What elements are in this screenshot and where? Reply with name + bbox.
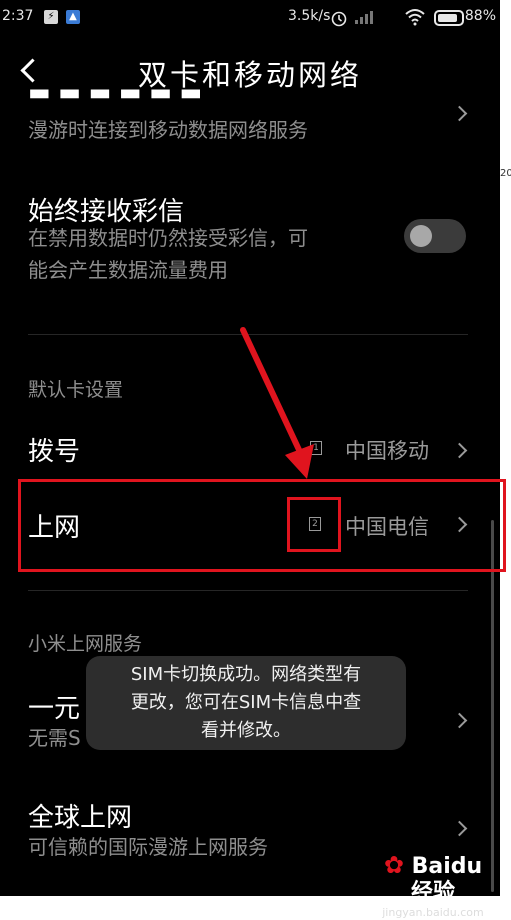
chevron-right-icon[interactable] <box>451 105 468 122</box>
divider <box>28 590 468 591</box>
section-header-default-card: 默认卡设置 <box>28 379 124 401</box>
dial-row-title: 拨号 <box>28 437 81 467</box>
one-yuan-row-title: 一元 <box>28 694 81 724</box>
annotation-highlight-sim <box>287 497 341 552</box>
global-row-subtitle: 可信赖的国际漫游上网服务 <box>28 835 268 859</box>
status-time: 2:37 <box>2 8 34 24</box>
chevron-right-icon <box>451 442 468 459</box>
chevron-right-icon <box>451 712 468 729</box>
wifi-icon <box>405 9 425 26</box>
toast-line: SIM卡切换成功。网络类型有 <box>130 664 362 685</box>
mms-row-subtitle-line2: 能会产生数据流量费用 <box>28 258 228 282</box>
roaming-row-subtitle: 漫游时连接到移动数据网络服务 <box>28 118 308 142</box>
battery-percentage: 88% <box>464 8 496 24</box>
baidu-watermark: ✿ Baidu经验 jingyan.baidu.com <box>378 851 488 919</box>
network-speed: 3.5k/s <box>288 8 331 24</box>
mms-toggle[interactable] <box>404 219 466 253</box>
alarm-icon <box>331 11 347 27</box>
one-yuan-row-subtitle: 无需S <box>28 726 81 750</box>
toast-line: 看并修改。 <box>201 720 291 741</box>
phone-screen: 2:37 ⚡ ▲ 3.5k/s 88% 双卡和移动网络 ▬ ▬ ▬ ▬ ▬ ▬ … <box>0 0 500 896</box>
roaming-row-title-cut: ▬ ▬ ▬ ▬ ▬ ▬ <box>28 88 203 102</box>
divider <box>28 334 468 335</box>
watermark-brand: Baidu经验 <box>410 854 483 905</box>
annotation-highlight-row <box>18 479 506 572</box>
notification-icon: ⚡ <box>44 10 58 24</box>
dial-row-value: 中国移动 <box>345 439 429 463</box>
toggle-knob <box>410 225 432 247</box>
scrollbar[interactable] <box>491 520 494 892</box>
sim-slot-badge: 1 <box>310 441 322 455</box>
section-header-mi-services: 小米上网服务 <box>28 633 143 655</box>
chevron-right-icon <box>451 820 468 837</box>
watermark-url: jingyan.baidu.com <box>382 906 484 919</box>
status-bar: 2:37 ⚡ ▲ 3.5k/s 88% <box>0 0 500 36</box>
app-icon: ▲ <box>66 10 80 24</box>
toast-message: SIM卡切换成功。网络类型有 更改，您可在SIM卡信息中查 看并修改。 <box>86 656 406 750</box>
global-row-title: 全球上网 <box>28 803 133 833</box>
edge-text: 20 <box>500 168 511 179</box>
signal-icon <box>355 11 373 24</box>
paw-icon: ✿ <box>383 851 404 879</box>
battery-icon <box>434 10 464 26</box>
toast-line: 更改，您可在SIM卡信息中查 <box>130 692 362 713</box>
mms-row-subtitle-line1: 在禁用数据时仍然接受彩信，可 <box>28 226 308 250</box>
